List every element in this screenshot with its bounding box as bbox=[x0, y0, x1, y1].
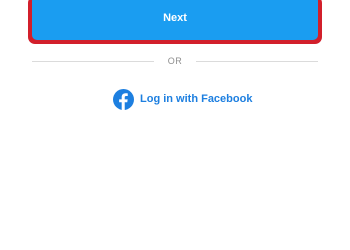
facebook-login-link[interactable]: Log in with Facebook bbox=[113, 88, 252, 110]
login-screen: Next OR Log in with Facebook bbox=[0, 0, 350, 250]
facebook-icon bbox=[113, 88, 134, 110]
next-button[interactable]: Next bbox=[32, 0, 318, 40]
or-divider: OR bbox=[32, 54, 318, 68]
divider-line-left bbox=[32, 60, 154, 62]
facebook-login-label: Log in with Facebook bbox=[140, 93, 253, 105]
or-divider-label: OR bbox=[167, 56, 183, 66]
divider-line-right bbox=[196, 60, 318, 62]
